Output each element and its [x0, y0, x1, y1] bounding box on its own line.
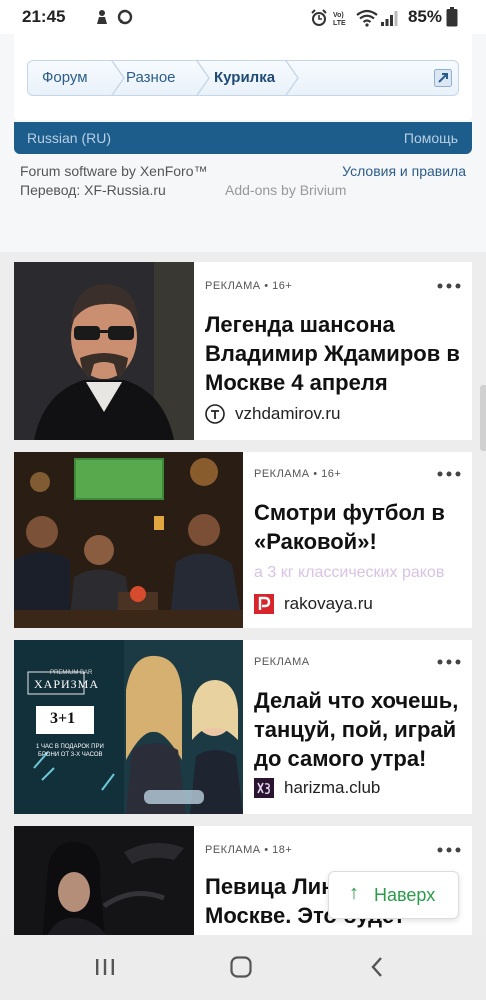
- ad-title[interactable]: Легенда шансона Владимир Ждамиров в Моск…: [205, 310, 460, 397]
- signal-icon: [381, 11, 398, 26]
- t-circle-icon: [205, 404, 225, 424]
- ad-title[interactable]: Смотри футбол в «Раковой»!: [254, 498, 464, 556]
- ad-title[interactable]: Делай что хочешь, танцуй, пой, играй до …: [254, 686, 464, 773]
- breadcrumb-separator: [196, 61, 210, 95]
- more-options-icon[interactable]: [436, 470, 462, 478]
- breadcrumb-item-forum[interactable]: Форум: [42, 61, 88, 95]
- volte-icon: Vo) LTE: [333, 12, 346, 27]
- ad-source[interactable]: vzhdamirov.ru: [235, 404, 341, 424]
- breadcrumb-item-misc[interactable]: Разное: [126, 61, 176, 95]
- clock: 21:45: [22, 7, 66, 26]
- ad-card[interactable]: РЕКЛАМА • 16+ Легенда шансона Владимир Ж…: [14, 262, 472, 440]
- breadcrumb-separator: [111, 61, 125, 95]
- terms-link[interactable]: Условия и правила: [342, 163, 466, 179]
- svg-text:LTE: LTE: [333, 20, 346, 27]
- worker-notification-icon: [97, 10, 107, 24]
- battery-icon: [446, 7, 458, 27]
- ad-source[interactable]: rakovaya.ru: [284, 594, 373, 614]
- back-icon[interactable]: [366, 955, 390, 979]
- breadcrumb-item-smoking-room[interactable]: Курилка: [214, 61, 275, 95]
- language-bar: Russian (RU) Помощь: [14, 122, 472, 154]
- ad-label: РЕКЛАМА: [254, 656, 310, 668]
- external-jump-icon[interactable]: [434, 69, 452, 87]
- ad-image-brand: ХАРИЗМА: [34, 677, 100, 691]
- home-icon[interactable]: [229, 955, 253, 979]
- ad-label: РЕКЛАМА • 16+: [205, 280, 293, 292]
- scroll-to-top-label: Наверх: [374, 885, 436, 905]
- ad-image-line-1: 1 ЧАС В ПОДАРОК ПРИ: [36, 744, 104, 750]
- addons-credit[interactable]: Add-ons by Brivium: [225, 182, 346, 198]
- arrow-up-icon: ↑: [349, 882, 359, 904]
- ad-image-brand-small: PREMIUM BAR: [50, 670, 93, 676]
- ad-label: РЕКЛАМА • 18+: [205, 844, 293, 856]
- ad-image: [14, 262, 194, 440]
- edge-panel-handle[interactable]: [480, 385, 486, 451]
- more-options-icon[interactable]: [436, 282, 462, 290]
- wifi-icon: [356, 9, 378, 27]
- ad-label: РЕКЛАМА • 16+: [254, 468, 342, 480]
- software-credit[interactable]: Forum software by XenForo™: [20, 163, 208, 179]
- breadcrumb: Форум Разное Курилка: [27, 60, 459, 96]
- p-red-icon: [254, 594, 274, 614]
- translation-credit[interactable]: Перевод: XF-Russia.ru: [20, 182, 166, 198]
- recent-apps-icon[interactable]: [93, 955, 117, 979]
- navigation-bar: [0, 935, 486, 1000]
- ads-feed: РЕКЛАМА • 16+ Легенда шансона Владимир Ж…: [0, 252, 486, 935]
- more-options-icon[interactable]: [436, 658, 462, 666]
- alarm-icon: [311, 9, 327, 26]
- ad-image-line-2: БРОНИ ОТ 3-Х ЧАСОВ: [38, 752, 103, 758]
- x3-dark-icon: [254, 778, 274, 798]
- breadcrumb-separator: [285, 61, 299, 95]
- battery-percent: 85%: [407, 7, 442, 26]
- more-options-icon[interactable]: [436, 846, 462, 854]
- ad-image: [14, 452, 243, 628]
- status-bar: 21:45 Vo) LTE 85%: [0, 0, 486, 34]
- ad-description: а 3 кг классических раков: [254, 564, 445, 581]
- language-chooser[interactable]: Russian (RU): [27, 130, 111, 146]
- chat-bubble-icon: [117, 9, 133, 25]
- ad-image-offer: 3+1: [50, 710, 76, 727]
- ad-card[interactable]: РЕКЛАМА • 16+ Смотри футбол в «Раковой»!…: [14, 452, 472, 628]
- ad-image: [14, 640, 243, 814]
- ad-card[interactable]: PREMIUM BAR ХАРИЗМА 3+1 1 ЧАС В ПОДАРОК …: [14, 640, 472, 814]
- svg-text:Vo): Vo): [333, 12, 344, 19]
- ad-image: [14, 826, 194, 935]
- scroll-to-top-button[interactable]: ↑ Наверх: [328, 871, 459, 919]
- help-link[interactable]: Помощь: [404, 130, 458, 146]
- ad-source[interactable]: harizma.club: [284, 778, 380, 798]
